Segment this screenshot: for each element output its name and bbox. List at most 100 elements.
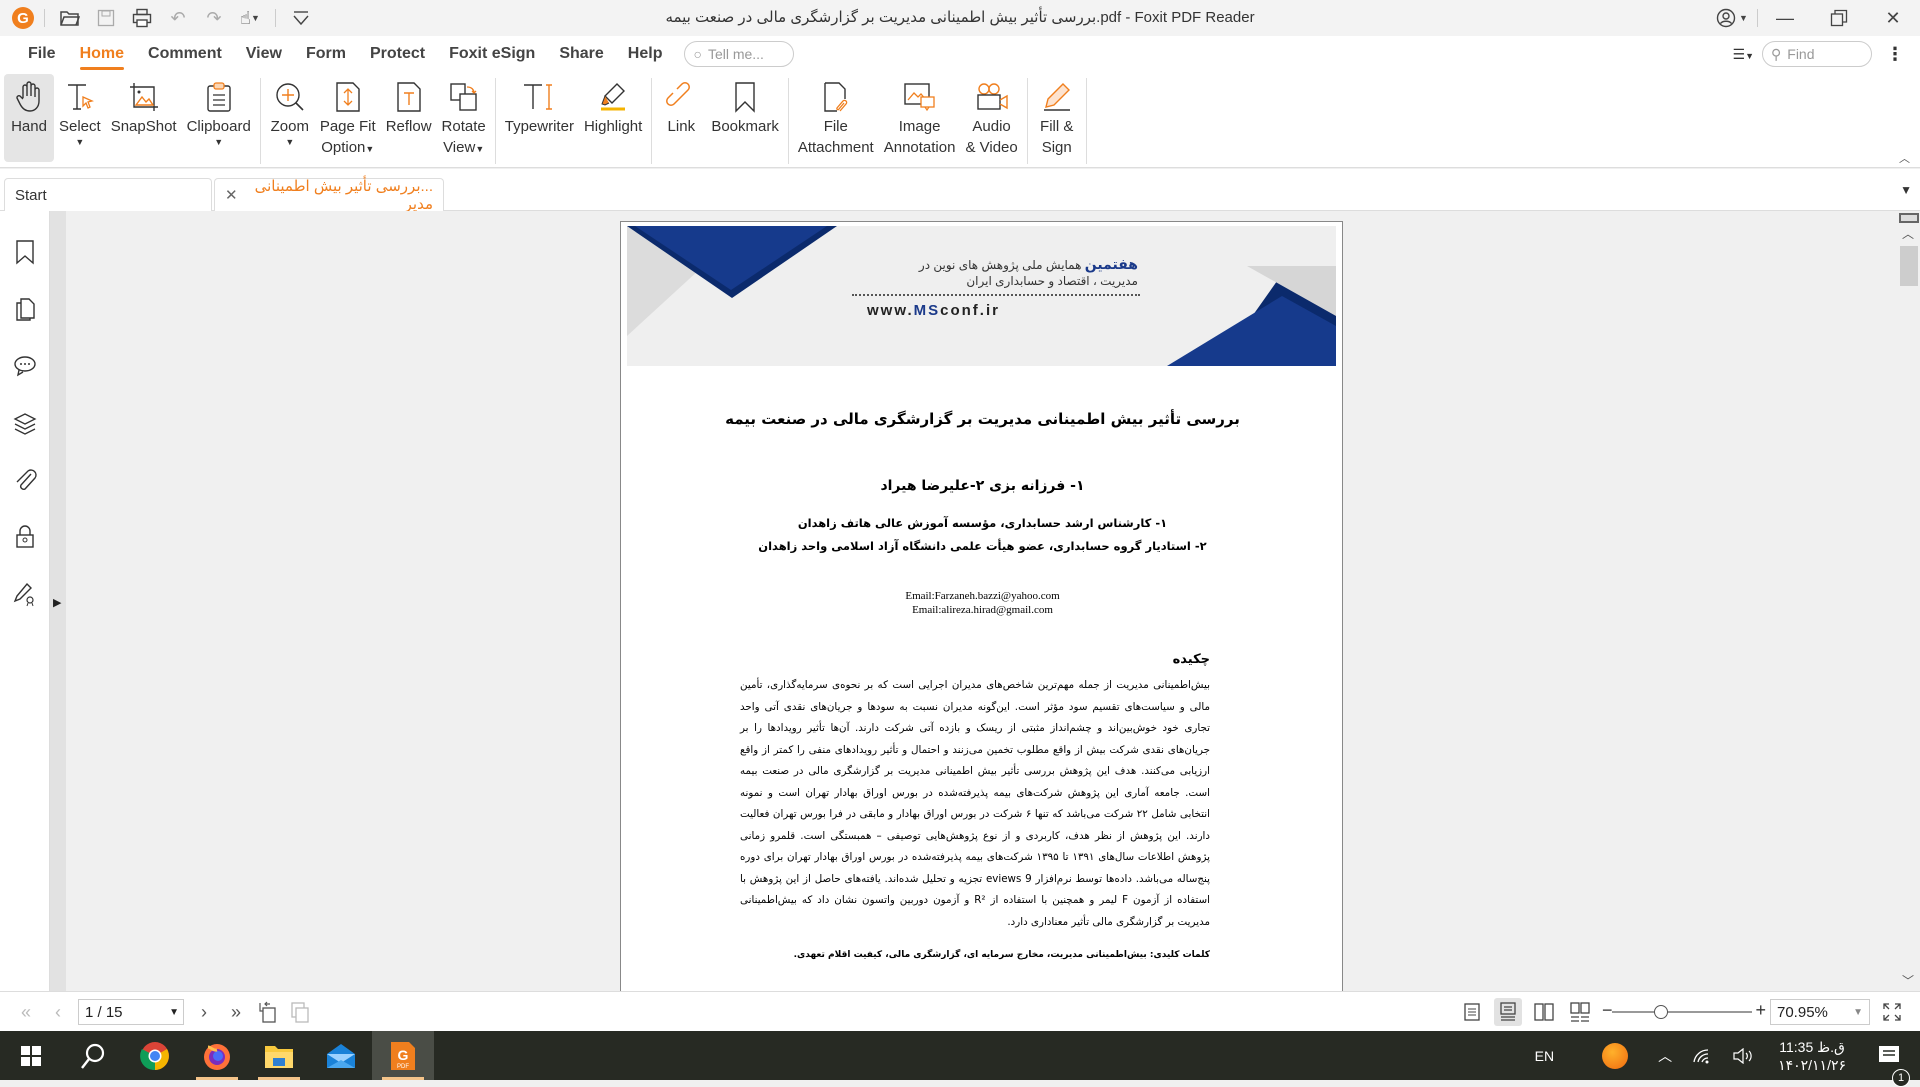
menu-protect[interactable]: Protect xyxy=(358,36,437,72)
redo-icon[interactable]: ↷ xyxy=(199,3,229,33)
url-brand: MS xyxy=(913,302,941,319)
tab-document-label: ...بررسی تأثیر بیش اطمینانی مدیر xyxy=(254,178,433,213)
undo-icon[interactable]: ↶ xyxy=(163,3,193,33)
page-number-input[interactable]: 1 / 15 ▼ xyxy=(78,999,184,1025)
collapse-ribbon-icon[interactable]: ︿ xyxy=(1899,150,1910,166)
account-icon[interactable]: ▼ xyxy=(1707,0,1757,36)
tell-me-input[interactable]: ○ Tell me... xyxy=(684,41,795,67)
start-button[interactable] xyxy=(0,1031,62,1080)
touch-mode-icon[interactable]: ☝ ▼ xyxy=(235,3,265,33)
page-fit-icon xyxy=(330,78,366,116)
volume-icon[interactable] xyxy=(1722,1047,1764,1064)
security-panel-icon[interactable] xyxy=(0,508,50,565)
signatures-panel-icon[interactable] xyxy=(0,565,50,622)
rotate-view-button[interactable]: Rotate View▼ xyxy=(437,74,491,162)
vertical-scrollbar[interactable]: ︿ ﹀ xyxy=(1898,211,1920,991)
foxit-logo-icon[interactable]: G xyxy=(12,7,34,29)
scroll-down-icon[interactable]: ﹀ xyxy=(1902,972,1914,989)
restore-button[interactable] xyxy=(1812,0,1866,36)
snapshot-button[interactable]: SnapShot xyxy=(106,74,182,162)
foxit-taskbar-icon[interactable]: G PDF xyxy=(372,1031,434,1080)
tab-list-dropdown-icon[interactable]: ▼ xyxy=(1900,183,1912,197)
search-button[interactable] xyxy=(62,1031,124,1080)
close-button[interactable]: ✕ xyxy=(1866,0,1920,36)
menu-share[interactable]: Share xyxy=(547,36,615,72)
split-handle[interactable] xyxy=(1899,213,1919,223)
next-page-icon[interactable]: › xyxy=(192,998,216,1026)
single-page-view-icon[interactable] xyxy=(1458,998,1486,1026)
customize-toolbar-icon[interactable] xyxy=(286,3,316,33)
zoom-level-select[interactable]: 70.95% ▼ xyxy=(1770,999,1870,1025)
show-hidden-icons[interactable]: ︿ xyxy=(1648,1046,1682,1066)
zoom-button[interactable]: Zoom ▼ xyxy=(265,74,315,162)
svg-text:PDF: PDF xyxy=(397,1064,409,1070)
fill-sign-button[interactable]: Fill & Sign xyxy=(1032,74,1082,162)
menu-view[interactable]: View xyxy=(234,36,294,72)
menu-foxit-esign[interactable]: Foxit eSign xyxy=(437,36,547,72)
file-explorer-taskbar-icon[interactable] xyxy=(248,1031,310,1080)
tab-start[interactable]: Start xyxy=(4,178,212,211)
full-screen-icon[interactable] xyxy=(1878,998,1906,1026)
scrollbar-thumb[interactable] xyxy=(1900,246,1918,286)
first-page-icon[interactable]: « xyxy=(14,998,38,1026)
bookmark-button[interactable]: Bookmark xyxy=(706,74,784,162)
open-folder-icon[interactable] xyxy=(55,3,85,33)
print-icon[interactable] xyxy=(127,3,157,33)
more-options-icon[interactable]: ⋮ xyxy=(1880,44,1910,65)
scroll-up-icon[interactable]: ︿ xyxy=(1902,225,1914,242)
continuous-facing-view-icon[interactable] xyxy=(1566,998,1594,1026)
reflow-button[interactable]: Reflow xyxy=(381,74,437,162)
pages-panel-icon[interactable] xyxy=(0,280,50,337)
menu-help[interactable]: Help xyxy=(616,36,675,72)
audio-video-button[interactable]: Audio & Video xyxy=(960,74,1022,162)
highlight-button[interactable]: Highlight xyxy=(579,74,647,162)
select-label: Select xyxy=(59,118,101,135)
save-icon[interactable] xyxy=(91,3,121,33)
clipboard-button[interactable]: Clipboard ▼ xyxy=(182,74,256,162)
select-tool-button[interactable]: Select ▼ xyxy=(54,74,106,162)
document-viewer[interactable]: هفتمین همایش ملی پژوهش های نوین در مدیری… xyxy=(66,211,1898,991)
file-attachment-button[interactable]: File Attachment xyxy=(793,74,879,162)
layers-panel-icon[interactable] xyxy=(0,394,50,451)
menu-file[interactable]: File xyxy=(16,36,68,72)
menu-comment[interactable]: Comment xyxy=(136,36,234,72)
app-tray-icon[interactable] xyxy=(1582,1042,1648,1069)
file-attachment-label-1: File xyxy=(823,118,848,135)
last-page-icon[interactable]: » xyxy=(224,998,248,1026)
clock[interactable]: 11:35 ق.ظ ۱۴۰۲/۱۱/۲۶ xyxy=(1764,1038,1860,1074)
notifications-button[interactable]: 1 xyxy=(1860,1045,1920,1087)
mail-taskbar-icon[interactable] xyxy=(310,1031,372,1080)
continuous-view-icon[interactable] xyxy=(1494,998,1522,1026)
next-view-icon[interactable] xyxy=(288,998,312,1026)
bookmark-label: Bookmark xyxy=(711,118,779,135)
previous-view-icon[interactable] xyxy=(256,998,280,1026)
facing-view-icon[interactable] xyxy=(1530,998,1558,1026)
hand-tool-button[interactable]: Hand xyxy=(4,74,54,162)
previous-page-icon[interactable]: ‹ xyxy=(46,998,70,1026)
link-button[interactable]: Link xyxy=(656,74,706,162)
zoom-in-small-icon[interactable]: + xyxy=(1755,1000,1766,1021)
bookmarks-panel-icon[interactable] xyxy=(0,223,50,280)
advanced-search-icon[interactable]: ☰▼ xyxy=(1733,46,1754,63)
menu-home[interactable]: Home xyxy=(68,36,136,72)
expand-panel-icon[interactable]: ▶ xyxy=(53,596,61,609)
page-fit-option-button[interactable]: Page Fit Option▼ xyxy=(315,74,381,162)
firefox-taskbar-icon[interactable] xyxy=(186,1031,248,1080)
chrome-taskbar-icon[interactable] xyxy=(124,1031,186,1080)
tab-document[interactable]: ...بررسی تأثیر بیش اطمینانی مدیر ✕ xyxy=(214,178,444,213)
zoom-out-icon[interactable]: − xyxy=(1602,1000,1613,1021)
comments-panel-icon[interactable] xyxy=(0,337,50,394)
zoom-slider[interactable]: − + xyxy=(1602,998,1766,1026)
rotate-view-icon xyxy=(446,78,482,116)
pdf-page: هفتمین همایش ملی پژوهش های نوین در مدیری… xyxy=(620,221,1343,991)
minimize-button[interactable]: — xyxy=(1758,0,1812,36)
image-annotation-button[interactable]: Image Annotation xyxy=(879,74,961,162)
typewriter-button[interactable]: Typewriter xyxy=(500,74,579,162)
close-tab-icon[interactable]: ✕ xyxy=(225,186,238,204)
menu-form[interactable]: Form xyxy=(294,36,358,72)
language-indicator[interactable]: EN xyxy=(1507,1048,1582,1064)
slider-knob[interactable] xyxy=(1654,1005,1668,1019)
attachments-panel-icon[interactable] xyxy=(0,451,50,508)
network-icon[interactable] xyxy=(1682,1048,1722,1064)
find-input[interactable]: ⚲ Find xyxy=(1762,41,1872,67)
